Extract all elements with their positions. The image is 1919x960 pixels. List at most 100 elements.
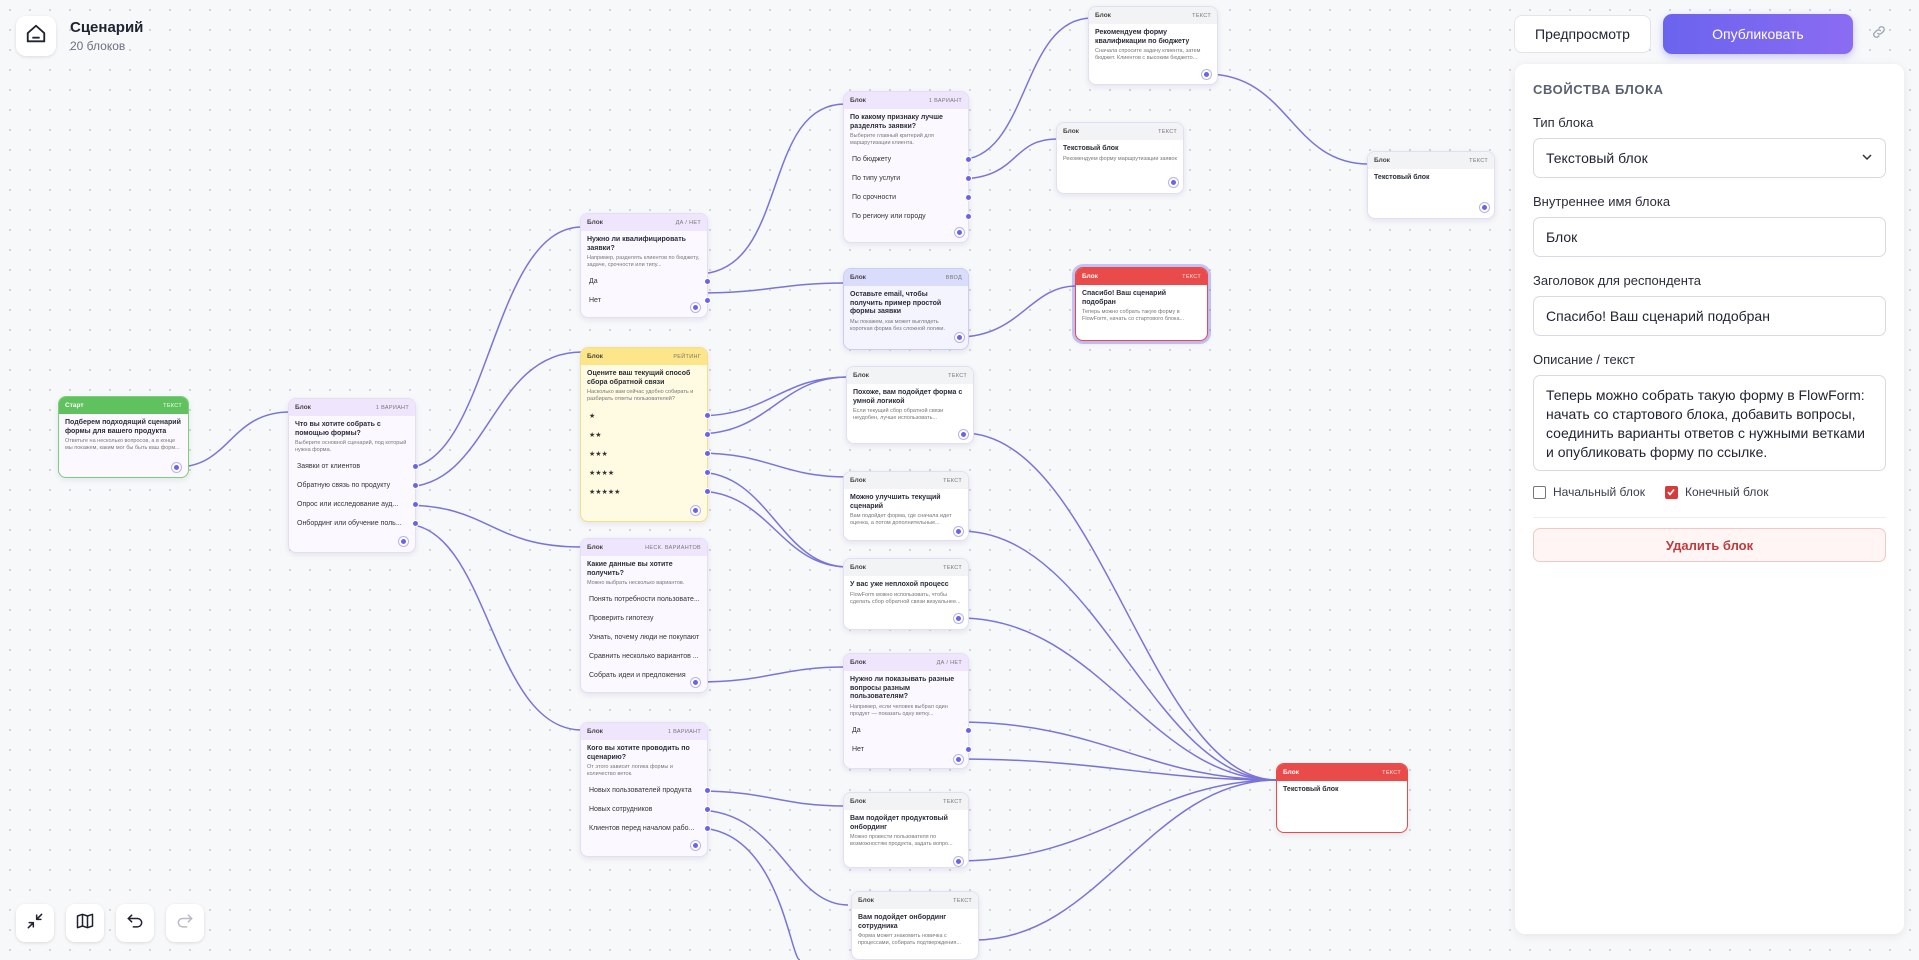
node-question: Оцените ваш текущий способ сбора обратно…: [587, 370, 691, 386]
internal-name-input[interactable]: Блок: [1533, 217, 1886, 257]
node-option[interactable]: Клиентов перед началом рабо...: [581, 819, 711, 838]
node-option[interactable]: Обратную связь по продукту: [289, 476, 419, 495]
node-option[interactable]: ★★★★★: [581, 482, 711, 501]
option-port[interactable]: [704, 278, 711, 285]
output-port[interactable]: [691, 678, 700, 687]
node-option[interactable]: По типу услуги: [844, 169, 972, 188]
output-port[interactable]: [955, 228, 964, 237]
node-option[interactable]: Опрос или исследование ауд...: [289, 495, 419, 514]
flow-node-text[interactable]: Блок ТЕКСТ У вас уже неплохой процесс Flo…: [843, 558, 969, 630]
node-option[interactable]: Нет: [844, 740, 972, 759]
flow-node-question[interactable]: Блок 1 ВАРИАНТ Что вы хотите собрать с по…: [288, 398, 419, 553]
flow-node-input[interactable]: Блок ВВОД Оставьте email, чтобы получить …: [843, 268, 969, 350]
option-port[interactable]: [704, 297, 711, 304]
description-textarea[interactable]: Теперь можно собрать такую форму в FlowF…: [1533, 375, 1886, 471]
node-option[interactable]: Узнать, почему люди не покупают: [581, 628, 707, 647]
flow-node-text[interactable]: Блок ТЕКСТ Можно улучшить текущий сценари…: [843, 471, 969, 541]
preview-button[interactable]: Предпросмотр: [1514, 15, 1651, 53]
flow-node-end[interactable]: Блок ТЕКСТ Текстовый блок: [1276, 763, 1408, 833]
option-port[interactable]: [704, 825, 711, 832]
node-option[interactable]: Да: [581, 272, 711, 291]
undo-button[interactable]: [116, 904, 154, 942]
output-port[interactable]: [954, 527, 963, 536]
node-option[interactable]: ★★★★: [581, 463, 711, 482]
flow-node-text[interactable]: Блок ТЕКСТ Текстовый блок: [1367, 151, 1495, 219]
option-port[interactable]: [412, 463, 419, 470]
output-port[interactable]: [691, 841, 700, 850]
output-port[interactable]: [955, 333, 964, 342]
flow-node-rating[interactable]: Блок РЕЙТИНГ Оцените ваш текущий способ с…: [580, 347, 711, 522]
start-block-checkbox[interactable]: Начальный блок: [1533, 485, 1645, 499]
block-type-select[interactable]: Текстовый блок: [1533, 138, 1886, 178]
output-port[interactable]: [1480, 203, 1489, 212]
flow-node-start[interactable]: Старт ТЕКСТ Подберем подходящий сценарий …: [58, 396, 189, 478]
node-option[interactable]: Новых пользователей продукта: [581, 781, 711, 800]
output-port[interactable]: [172, 463, 181, 472]
option-port[interactable]: [704, 469, 711, 476]
node-option[interactable]: ★★★: [581, 444, 711, 463]
option-port[interactable]: [704, 488, 711, 495]
output-port[interactable]: [954, 614, 963, 623]
fit-view-button[interactable]: [16, 904, 54, 942]
node-option[interactable]: Онбординг или обучение поль...: [289, 514, 419, 533]
flow-node-question[interactable]: Блок ДА / НЕТ Нужно ли квалифицировать за…: [580, 213, 711, 318]
option-port[interactable]: [704, 431, 711, 438]
flow-node-end-selected[interactable]: Блок ТЕКСТ Спасибо! Ваш сценарий подобран…: [1075, 267, 1208, 341]
output-port[interactable]: [954, 857, 963, 866]
node-option[interactable]: По срочности: [844, 188, 972, 207]
copy-link-button[interactable]: [1865, 20, 1893, 48]
node-option[interactable]: ★★: [581, 425, 711, 444]
node-option[interactable]: По бюджету: [844, 150, 972, 169]
heading-input[interactable]: Спасибо! Ваш сценарий подобран: [1533, 296, 1886, 336]
node-option[interactable]: По региону или городу: [844, 207, 972, 226]
option-port[interactable]: [965, 194, 972, 201]
option-port[interactable]: [704, 412, 711, 419]
node-option[interactable]: Собрать идеи и предложения: [581, 666, 707, 685]
option-port[interactable]: [965, 175, 972, 182]
option-port[interactable]: [704, 450, 711, 457]
option-port[interactable]: [965, 726, 972, 734]
node-option[interactable]: Проверить гипотезу: [581, 609, 707, 628]
option-port[interactable]: [965, 156, 972, 163]
flow-node-question[interactable]: Блок ДА / НЕТ Нужно ли показывать разные …: [843, 653, 972, 769]
delete-block-button[interactable]: Удалить блок: [1533, 528, 1886, 562]
node-option[interactable]: Да: [844, 721, 972, 740]
end-block-checkbox[interactable]: Конечный блок: [1664, 485, 1768, 499]
option-port[interactable]: [704, 787, 711, 794]
panel-title: СВОЙСТВА БЛОКА: [1533, 82, 1664, 97]
option-port[interactable]: [412, 520, 419, 527]
checkbox-unchecked[interactable]: [1533, 485, 1546, 499]
flow-node-question[interactable]: Блок 1 ВАРИАНТ Кого вы хотите проводить п…: [580, 722, 711, 857]
node-option[interactable]: Нет: [581, 291, 711, 310]
output-port[interactable]: [399, 537, 408, 546]
home-button[interactable]: [16, 16, 56, 56]
node-option[interactable]: Понять потребности пользовате...: [581, 590, 707, 609]
node-option[interactable]: ★: [581, 406, 711, 425]
flow-node-text[interactable]: Блок ТЕКСТ Вам подойдет продуктовый онбор…: [843, 792, 969, 868]
flow-node-text[interactable]: Блок ТЕКСТ Вам подойдет онбординг сотрудн…: [851, 891, 979, 960]
option-port[interactable]: [704, 806, 711, 813]
output-port[interactable]: [691, 303, 700, 312]
checkbox-checked[interactable]: [1664, 485, 1678, 499]
output-port[interactable]: [1202, 70, 1211, 79]
option-port[interactable]: [965, 745, 972, 753]
publish-button[interactable]: Опубликовать: [1662, 14, 1853, 54]
flow-node-text[interactable]: Блок ТЕКСТ Похоже, вам подойдет форма с у…: [846, 366, 974, 444]
output-port[interactable]: [1169, 178, 1178, 187]
redo-button[interactable]: [166, 904, 204, 942]
flow-node-text[interactable]: Блок ТЕКСТ Рекомендуем форму квалификации…: [1088, 6, 1218, 85]
node-type-tag: 1 ВАРИАНТ: [928, 97, 962, 104]
node-option[interactable]: Сравнить несколько вариантов ...: [581, 647, 707, 666]
option-port[interactable]: [965, 213, 972, 220]
option-port[interactable]: [412, 482, 419, 489]
option-port[interactable]: [412, 501, 419, 508]
node-option[interactable]: Новых сотрудников: [581, 800, 711, 819]
output-port[interactable]: [954, 755, 963, 764]
node-option[interactable]: Заявки от клиентов: [289, 457, 419, 476]
flow-node-text[interactable]: Блок ТЕКСТ Текстовый блок Рекомендуем фор…: [1056, 122, 1184, 194]
flow-node-question[interactable]: Блок НЕСК. ВАРИАНТОВ Какие данные вы хоти…: [580, 538, 708, 693]
flow-node-question[interactable]: Блок 1 ВАРИАНТ По какому признаку лучше р…: [843, 91, 972, 243]
output-port[interactable]: [959, 430, 968, 439]
output-port[interactable]: [691, 506, 700, 515]
minimap-button[interactable]: [66, 904, 104, 942]
